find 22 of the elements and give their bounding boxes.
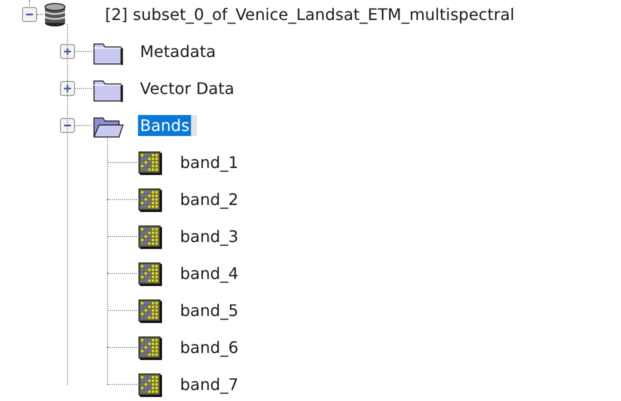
tree-item[interactable]: band_2 xyxy=(178,189,240,210)
tree-item[interactable]: Metadata xyxy=(138,41,218,62)
raster-band-icon xyxy=(138,224,162,248)
tree-item[interactable]: band_6 xyxy=(178,337,240,358)
tree-item[interactable]: [2] subset_0_of_Venice_Landsat_ETM_multispectral xyxy=(103,4,516,25)
collapse-button[interactable] xyxy=(60,118,75,133)
raster-band-icon xyxy=(138,336,162,360)
raster-band-icon xyxy=(138,188,162,212)
tree-item[interactable]: band_7 xyxy=(178,374,240,395)
raster-band-icon xyxy=(138,262,162,286)
raster-band-icon xyxy=(138,150,162,174)
expand-button[interactable] xyxy=(60,44,75,59)
raster-band-icon xyxy=(138,298,162,322)
collapse-button[interactable] xyxy=(22,7,37,22)
raster-band-icon xyxy=(138,372,162,396)
tree-item[interactable]: band_4 xyxy=(178,263,240,284)
tree-item[interactable]: band_5 xyxy=(178,300,240,321)
expand-button[interactable] xyxy=(60,81,75,96)
tree-item[interactable]: band_3 xyxy=(178,226,240,247)
tree-item[interactable]: band_1 xyxy=(178,152,240,173)
tree-item[interactable]: Vector Data xyxy=(138,78,236,99)
tree-item[interactable]: Bands xyxy=(138,115,192,136)
